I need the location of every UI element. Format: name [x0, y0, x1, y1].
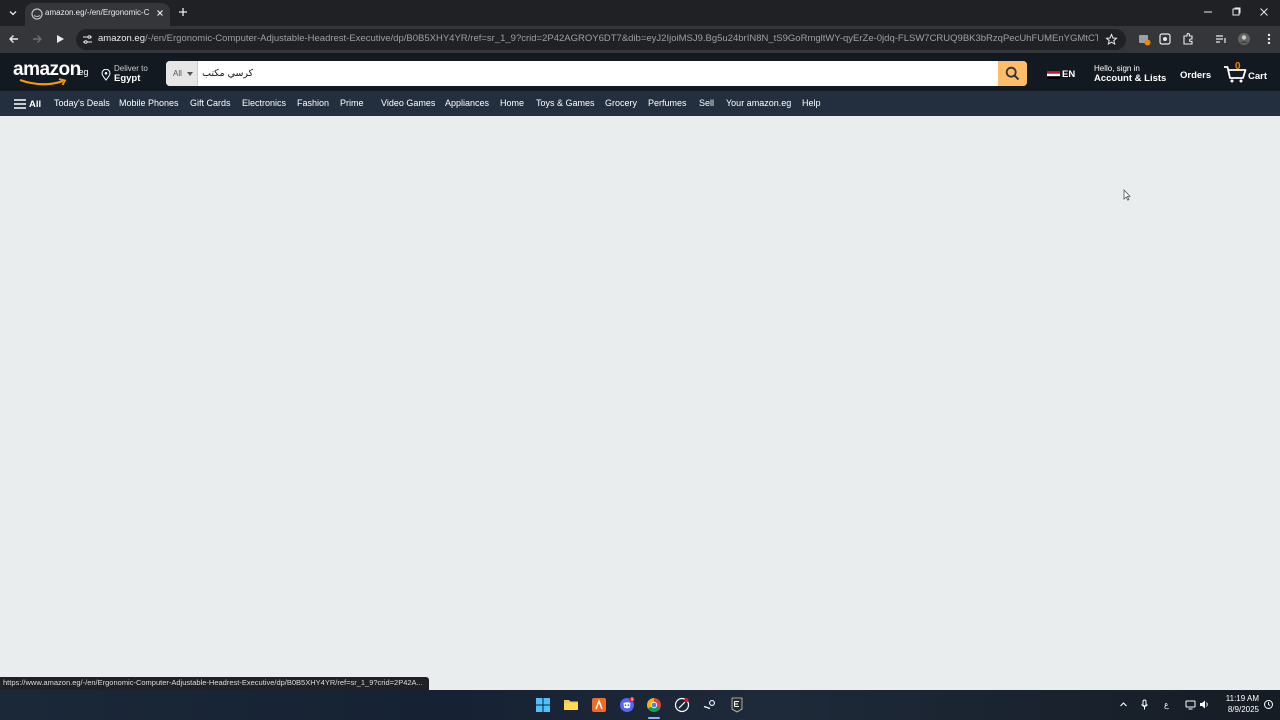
search-category-dropdown[interactable]: All [166, 61, 198, 86]
nav-all-menu[interactable]: All [14, 97, 41, 111]
deliver-to[interactable]: Deliver to Egypt [101, 63, 156, 85]
app-orange-icon[interactable] [591, 697, 607, 713]
egypt-flag-icon [1047, 71, 1060, 79]
mouse-cursor-icon [1123, 189, 1131, 201]
logo-smile-icon [19, 78, 67, 86]
tab-title: amazon.eg/-/en/Ergonomic-Co [45, 8, 149, 17]
deliver-label: Deliver to [114, 64, 148, 73]
caret-down-icon [187, 72, 193, 76]
nav-item-grocery[interactable]: Grocery [605, 98, 637, 108]
media-controls-icon[interactable] [1214, 32, 1228, 46]
nav-item-prime[interactable]: Prime [340, 98, 364, 108]
discord-icon[interactable]: 9 [619, 697, 635, 713]
loading-icon[interactable] [53, 32, 67, 46]
nav-all-label: All [29, 98, 42, 110]
amazon-logo[interactable]: amazon .eg [13, 59, 91, 87]
browser-menu-icon[interactable] [1262, 32, 1276, 46]
language-selector[interactable]: EN [1047, 69, 1079, 81]
tab-menu-icon[interactable] [5, 5, 21, 21]
windows-start-icon[interactable] [535, 697, 551, 713]
forward-icon[interactable] [30, 32, 44, 46]
epic-games-icon[interactable] [729, 697, 745, 713]
nav-item-your-amazon[interactable]: Your amazon.eg [726, 98, 791, 108]
account-lists[interactable]: Hello, sign in Account & Lists [1094, 64, 1167, 86]
search-category-label: All [173, 69, 182, 78]
maximize-icon[interactable] [1230, 6, 1242, 18]
nav-item-help[interactable]: Help [802, 98, 821, 108]
cart-button[interactable]: 0 Cart [1223, 61, 1268, 87]
new-tab-icon[interactable] [177, 6, 189, 18]
volume-icon[interactable] [1199, 699, 1210, 710]
cart-label: Cart [1248, 71, 1268, 82]
notification-icon[interactable] [1263, 699, 1274, 710]
logo-tld: .eg [76, 67, 89, 77]
account-greeting: Hello, sign in [1094, 64, 1140, 73]
address-bar[interactable]: amazon.eg/-/en/Ergonomic-Computer-Adjust… [76, 29, 1126, 50]
windows-taskbar: 9 ع 11:19 AM 8/9/2025 [0, 690, 1280, 720]
orders-link[interactable]: Orders [1180, 70, 1211, 81]
close-icon[interactable] [154, 7, 166, 19]
profile-avatar-icon[interactable] [1237, 32, 1251, 46]
microphone-icon[interactable] [1139, 699, 1150, 710]
deliver-country: Egypt [114, 73, 141, 84]
cart-count: 0 [1235, 61, 1241, 72]
site-info-icon[interactable] [81, 33, 94, 46]
browser-tab-strip: amazon.eg/-/en/Ergonomic-Co [0, 0, 1280, 26]
file-explorer-icon[interactable] [563, 697, 579, 713]
amazon-favicon-icon [31, 8, 43, 20]
url-host: amazon.eg [98, 33, 146, 44]
url-path: /-/en/Ergonomic-Computer-Adjustable-Head… [145, 33, 1098, 44]
nav-item-home[interactable]: Home [500, 98, 524, 108]
clock-time[interactable]: 11:19 AM [1215, 694, 1259, 703]
network-icon[interactable] [1185, 699, 1196, 710]
nav-item-appliances[interactable]: Appliances [445, 98, 489, 108]
window-close-icon[interactable] [1258, 6, 1270, 18]
bookmark-star-icon[interactable] [1105, 33, 1118, 46]
nav-item-gift-cards[interactable]: Gift Cards [190, 98, 231, 108]
search-button[interactable] [998, 61, 1027, 86]
nav-item-perfumes[interactable]: Perfumes [648, 98, 687, 108]
browser-toolbar: amazon.eg/-/en/Ergonomic-Computer-Adjust… [0, 26, 1280, 53]
hamburger-menu-icon [14, 99, 26, 109]
active-app-indicator [648, 717, 660, 719]
chrome-icon[interactable] [646, 697, 662, 713]
nav-item-todays-deals[interactable]: Today's Deals [54, 98, 110, 108]
extension-icon[interactable] [1158, 32, 1172, 46]
status-bar-url: https://www.amazon.eg/-/en/Ergonomic-Com… [0, 677, 429, 690]
nav-item-video-games[interactable]: Video Games [381, 98, 435, 108]
account-label: Account & Lists [1094, 73, 1167, 84]
keyboard-language[interactable]: ع [1164, 700, 1169, 709]
extension-icon[interactable] [1137, 32, 1151, 46]
nav-item-sell[interactable]: Sell [699, 98, 714, 108]
clock-date[interactable]: 8/9/2025 [1215, 705, 1259, 714]
back-icon[interactable] [7, 32, 21, 46]
nav-item-toys-games[interactable]: Toys & Games [536, 98, 595, 108]
location-pin-icon [101, 69, 111, 81]
url-text: amazon.eg/-/en/Ergonomic-Computer-Adjust… [98, 33, 1098, 44]
search-bar: All [166, 61, 1027, 86]
search-input[interactable] [200, 61, 996, 86]
app-steam-icon[interactable] [702, 697, 718, 713]
nav-item-electronics[interactable]: Electronics [242, 98, 286, 108]
amazon-nav-bar: All Today's Deals Mobile Phones Gift Car… [0, 91, 1280, 116]
minimize-icon[interactable] [1202, 6, 1214, 18]
chevron-up-icon[interactable] [1118, 699, 1129, 710]
extensions-puzzle-icon[interactable] [1181, 32, 1195, 46]
nav-item-mobile-phones[interactable]: Mobile Phones [119, 98, 179, 108]
search-icon [1005, 66, 1020, 81]
browser-tab[interactable]: amazon.eg/-/en/Ergonomic-Co [25, 3, 170, 26]
language-code: EN [1062, 69, 1076, 80]
page-content-loading [0, 116, 1280, 690]
app-circle-icon[interactable] [674, 697, 690, 713]
discord-badge: 9 [631, 697, 634, 703]
amazon-header: amazon .eg Deliver to Egypt All EN Hello… [0, 53, 1280, 91]
nav-item-fashion[interactable]: Fashion [297, 98, 329, 108]
